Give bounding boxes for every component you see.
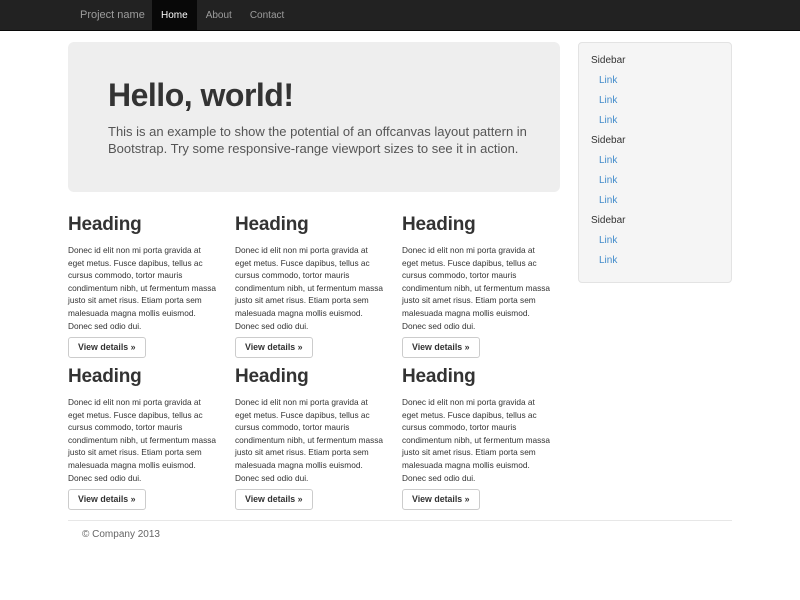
nav-item-contact[interactable]: Contact — [241, 0, 293, 30]
content-card: Heading Donec id elit non mi porta gravi… — [235, 366, 385, 510]
nav-item-home[interactable]: Home — [152, 0, 197, 30]
card-heading: Heading — [68, 214, 218, 236]
card-heading: Heading — [68, 366, 218, 388]
content-card: Heading Donec id elit non mi porta gravi… — [68, 214, 218, 358]
navbar: Project name HomeAboutContact — [0, 0, 800, 31]
card-body-text: Donec id elit non mi porta gravida at eg… — [402, 396, 552, 484]
sidebar-link[interactable]: Link — [579, 171, 731, 191]
sidebar-link[interactable]: Link — [579, 91, 731, 111]
footer-copyright: © Company 2013 — [82, 529, 160, 540]
view-details-button[interactable]: View details » — [68, 337, 146, 358]
content-card: Heading Donec id elit non mi porta gravi… — [68, 366, 218, 510]
card-heading: Heading — [402, 366, 552, 388]
card-row-1: Heading Donec id elit non mi porta gravi… — [68, 214, 552, 358]
sidebar-group-label-2: Sidebar — [579, 131, 731, 151]
sidebar-link[interactable]: Link — [579, 151, 731, 171]
navbar-nav: HomeAboutContact — [152, 0, 293, 30]
nav-item-about[interactable]: About — [197, 0, 241, 30]
card-body-text: Donec id elit non mi porta gravida at eg… — [235, 244, 385, 332]
card-heading: Heading — [402, 214, 552, 236]
jumbotron: Hello, world! This is an example to show… — [68, 42, 560, 192]
jumbotron-subtitle: This is an example to show the potential… — [108, 123, 532, 157]
sidebar-link[interactable]: Link — [579, 231, 731, 251]
sidebar-link[interactable]: Link — [579, 111, 731, 131]
card-row-2: Heading Donec id elit non mi porta gravi… — [68, 366, 552, 510]
content-card: Heading Donec id elit non mi porta gravi… — [402, 214, 552, 358]
sidebar-link[interactable]: Link — [579, 71, 731, 91]
card-body-text: Donec id elit non mi porta gravida at eg… — [402, 244, 552, 332]
sidebar-link[interactable]: Link — [579, 191, 731, 211]
navbar-brand[interactable]: Project name — [80, 0, 145, 30]
view-details-button[interactable]: View details » — [402, 489, 480, 510]
card-heading: Heading — [235, 366, 385, 388]
sidebar-link[interactable]: Link — [579, 251, 731, 271]
view-details-button[interactable]: View details » — [235, 489, 313, 510]
card-body-text: Donec id elit non mi porta gravida at eg… — [68, 396, 218, 484]
card-heading: Heading — [235, 214, 385, 236]
card-body-text: Donec id elit non mi porta gravida at eg… — [68, 244, 218, 332]
content-card: Heading Donec id elit non mi porta gravi… — [235, 214, 385, 358]
content-card: Heading Donec id elit non mi porta gravi… — [402, 366, 552, 510]
view-details-button[interactable]: View details » — [402, 337, 480, 358]
page-container: Hello, world! This is an example to show… — [68, 42, 732, 600]
view-details-button[interactable]: View details » — [68, 489, 146, 510]
sidebar: SidebarLinkLinkLinkSidebarLinkLinkLinkSi… — [578, 42, 732, 283]
card-body-text: Donec id elit non mi porta gravida at eg… — [235, 396, 385, 484]
view-details-button[interactable]: View details » — [235, 337, 313, 358]
sidebar-group-label-3: Sidebar — [579, 211, 731, 231]
jumbotron-title: Hello, world! — [108, 78, 520, 113]
sidebar-group-label-1: Sidebar — [579, 51, 731, 71]
footer-divider — [68, 520, 732, 521]
